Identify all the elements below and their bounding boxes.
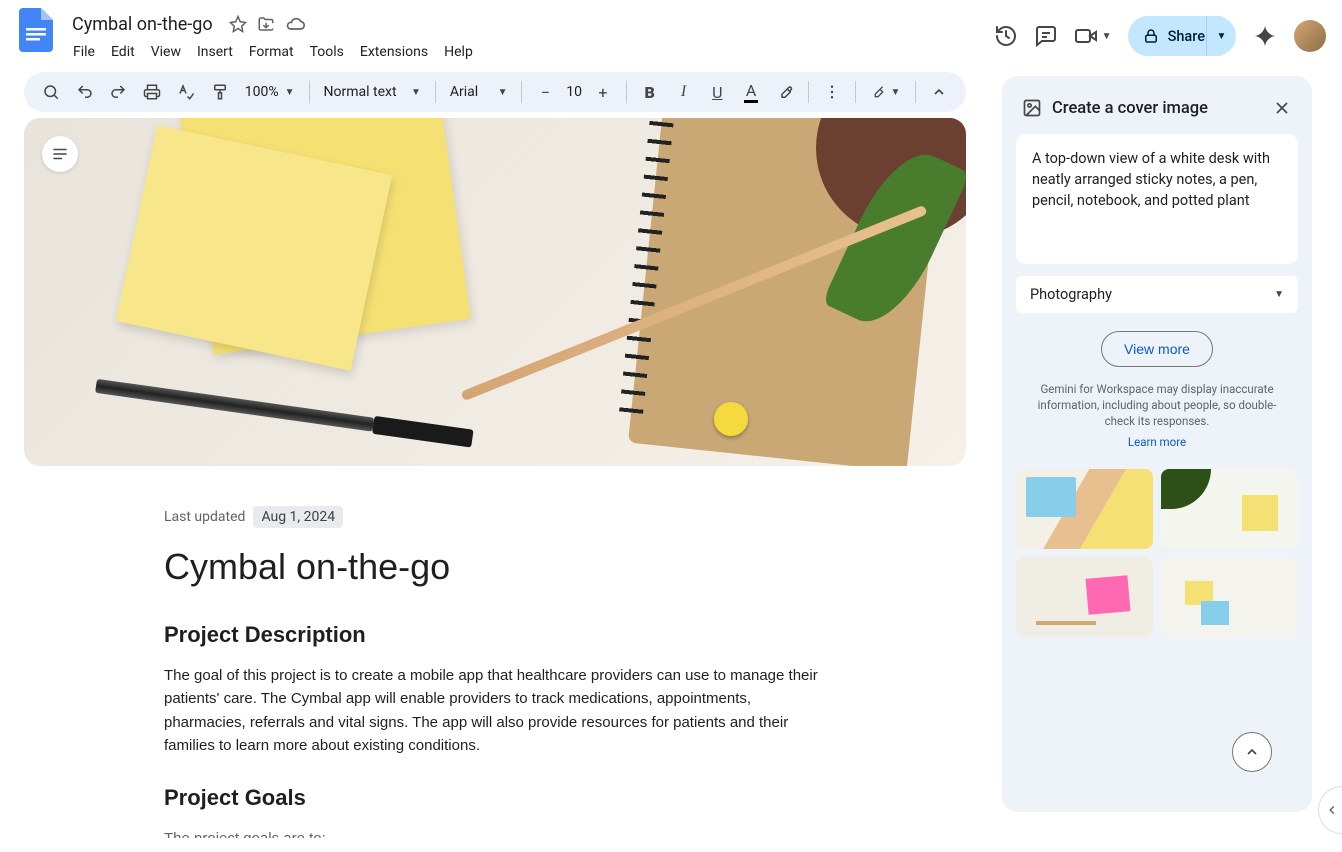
cloud-status-icon[interactable] xyxy=(285,14,305,34)
share-label: Share xyxy=(1168,28,1205,45)
view-more-button[interactable]: View more xyxy=(1101,331,1213,367)
last-updated-label: Last updated xyxy=(164,509,245,525)
generated-image-2[interactable] xyxy=(1161,469,1298,549)
document-canvas[interactable]: Last updated Aug 1, 2024 Cymbal on-the-g… xyxy=(24,118,966,838)
collapse-toolbar-icon[interactable] xyxy=(924,77,954,107)
undo-icon[interactable] xyxy=(70,77,100,107)
create-image-icon xyxy=(1022,98,1042,118)
move-icon[interactable] xyxy=(257,15,275,33)
editing-mode-select[interactable]: ▼ xyxy=(864,77,908,107)
underline-icon[interactable]: U xyxy=(702,77,732,107)
cover-image-panel: Create a cover image A top-down view of … xyxy=(1002,76,1312,812)
menu-extensions[interactable]: Extensions xyxy=(353,40,435,64)
show-sidebar-icon[interactable] xyxy=(1318,786,1342,834)
search-icon[interactable] xyxy=(36,77,66,107)
learn-more-link[interactable]: Learn more xyxy=(1016,435,1298,449)
font-size-value[interactable]: 10 xyxy=(564,84,584,100)
menu-format[interactable]: Format xyxy=(242,40,301,64)
star-icon[interactable] xyxy=(229,15,247,33)
menu-view[interactable]: View xyxy=(144,40,188,64)
doc-paragraph[interactable]: The project goals are to: xyxy=(164,827,826,838)
doc-paragraph[interactable]: The goal of this project is to create a … xyxy=(164,664,826,757)
menu-insert[interactable]: Insert xyxy=(190,40,240,64)
document-title[interactable]: Cymbal on-the-go xyxy=(66,12,219,37)
close-icon[interactable] xyxy=(1272,98,1292,118)
menu-help[interactable]: Help xyxy=(437,40,480,64)
menu-bar: File Edit View Insert Format Tools Exten… xyxy=(66,40,994,64)
scroll-up-button[interactable] xyxy=(1232,732,1272,772)
paint-format-icon[interactable] xyxy=(205,77,235,107)
outline-toggle-icon[interactable] xyxy=(42,136,78,172)
generated-image-4[interactable] xyxy=(1161,557,1298,637)
menu-edit[interactable]: Edit xyxy=(104,40,142,64)
disclaimer-text: Gemini for Workspace may display inaccur… xyxy=(1016,381,1298,429)
prompt-textarea[interactable]: A top-down view of a white desk with nea… xyxy=(1016,134,1298,264)
font-size-decrease[interactable]: − xyxy=(530,77,560,107)
share-dropdown[interactable]: ▼ xyxy=(1206,16,1236,56)
highlight-icon[interactable] xyxy=(770,77,800,107)
more-icon[interactable] xyxy=(817,77,847,107)
last-updated-date[interactable]: Aug 1, 2024 xyxy=(253,506,343,528)
cover-image[interactable] xyxy=(24,118,966,466)
comments-icon[interactable] xyxy=(1034,24,1058,48)
toolbar: 100%▼ Normal text▼ Arial▼ − 10 + B I U A… xyxy=(24,72,966,112)
generated-image-3[interactable] xyxy=(1016,557,1153,637)
generated-image-1[interactable] xyxy=(1016,469,1153,549)
bold-icon[interactable]: B xyxy=(635,77,665,107)
doc-heading-1[interactable]: Cymbal on-the-go xyxy=(164,546,826,588)
account-avatar[interactable] xyxy=(1294,20,1326,52)
spellcheck-icon[interactable] xyxy=(171,77,201,107)
font-select[interactable]: Arial▼ xyxy=(444,84,514,100)
style-select[interactable]: Photography ▼ xyxy=(1016,276,1298,313)
doc-heading-2[interactable]: Project Goals xyxy=(164,785,826,811)
menu-file[interactable]: File xyxy=(66,40,102,64)
docs-app-icon[interactable] xyxy=(16,10,56,50)
text-color-icon[interactable]: A xyxy=(736,77,766,107)
menu-tools[interactable]: Tools xyxy=(303,40,351,64)
font-size-increase[interactable]: + xyxy=(588,77,618,107)
zoom-select[interactable]: 100%▼ xyxy=(239,84,301,100)
gemini-icon[interactable] xyxy=(1252,23,1278,49)
paragraph-style-select[interactable]: Normal text▼ xyxy=(318,84,427,100)
italic-icon[interactable]: I xyxy=(669,77,699,107)
print-icon[interactable] xyxy=(137,77,167,107)
panel-title: Create a cover image xyxy=(1052,99,1262,118)
redo-icon[interactable] xyxy=(104,77,134,107)
doc-heading-2[interactable]: Project Description xyxy=(164,622,826,648)
meet-button[interactable]: ▼ xyxy=(1074,24,1112,48)
history-icon[interactable] xyxy=(994,24,1018,48)
